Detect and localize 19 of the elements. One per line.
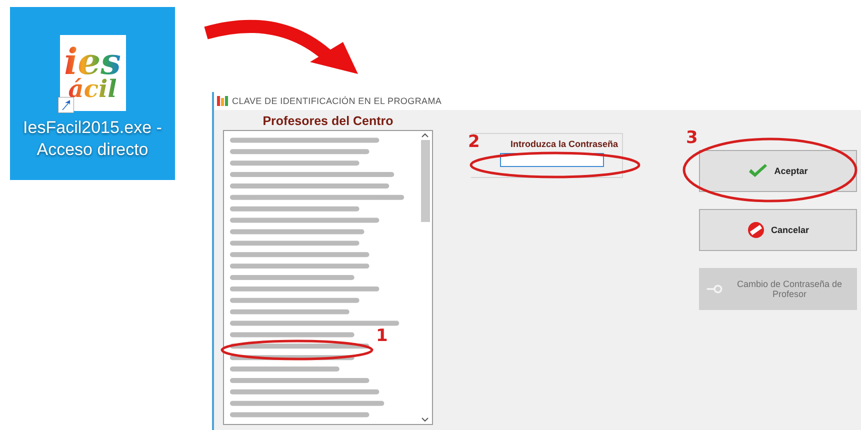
step-number: 3 xyxy=(686,128,698,148)
shortcut-arrow-icon xyxy=(58,97,74,113)
accept-button[interactable]: Aceptar xyxy=(699,150,857,192)
app-logo: ies ácil xyxy=(60,35,126,111)
window-title: CLAVE DE IDENTIFICACIÓN EN EL PROGRAMA xyxy=(232,96,442,106)
shortcut-label: IesFacil2015.exe - Acceso directo xyxy=(22,117,163,161)
password-label: Introduzca la Contraseña xyxy=(510,139,618,149)
app-icon xyxy=(217,96,228,106)
scrollbar[interactable] xyxy=(418,131,432,424)
step-number: 1 xyxy=(376,326,388,346)
scrollbar-thumb[interactable] xyxy=(420,140,430,222)
step-number: 2 xyxy=(468,132,480,152)
check-icon xyxy=(748,164,768,178)
list-heading: Profesores del Centro xyxy=(262,114,394,128)
cancel-button[interactable]: Cancelar xyxy=(699,209,857,251)
scroll-up-icon[interactable] xyxy=(421,133,429,138)
no-entry-icon xyxy=(746,221,765,239)
scroll-down-icon[interactable] xyxy=(421,417,429,422)
key-icon xyxy=(706,284,724,294)
